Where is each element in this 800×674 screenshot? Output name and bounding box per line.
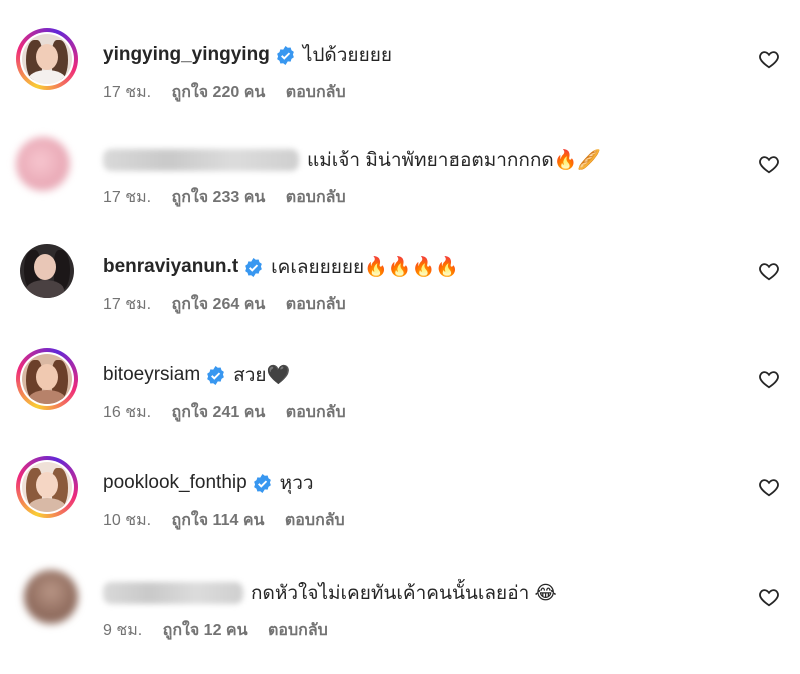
like-heart-icon[interactable] bbox=[758, 476, 780, 498]
comment-time: 17 ชม. bbox=[103, 296, 152, 313]
comment-likes[interactable]: ถูกใจ 114 คน bbox=[172, 512, 265, 529]
reply-button[interactable]: ตอบกลับ bbox=[286, 84, 346, 101]
comment-username[interactable] bbox=[103, 582, 243, 604]
avatar[interactable] bbox=[16, 456, 78, 518]
comment-likes[interactable]: ถูกใจ 241 คน bbox=[172, 404, 266, 421]
reply-button[interactable]: ตอบกลับ bbox=[286, 296, 346, 313]
comment-item: benraviyanun.t เคเลยยยยย🔥🔥🔥🔥 17 ชม. ถูกใ… bbox=[0, 240, 800, 348]
avatar[interactable] bbox=[20, 566, 82, 628]
reply-button[interactable]: ตอบกลับ bbox=[268, 622, 328, 639]
comment-time: 17 ชม. bbox=[103, 189, 152, 206]
reply-button[interactable]: ตอบกลับ bbox=[285, 512, 345, 529]
comment-username[interactable]: benraviyanun.t bbox=[103, 256, 238, 278]
avatar[interactable] bbox=[16, 240, 78, 302]
comment-likes[interactable]: ถูกใจ 233 คน bbox=[172, 189, 266, 206]
comment-time: 16 ชม. bbox=[103, 404, 152, 421]
comment-item: yingying_yingying ไปด้วยยยย 17 ชม. ถูกใจ… bbox=[0, 28, 800, 136]
comment-text: สวย🖤 bbox=[233, 365, 291, 386]
avatar[interactable] bbox=[16, 348, 78, 410]
comment-item: แม่เจ้า มิน่าพัทยาฮอตมากกกด🔥🥖 17 ชม. ถูก… bbox=[0, 133, 800, 241]
comment-item: กดหัวใจไม่เคยทันเค้าคนนั้นเลยอ่า 😂 9 ชม.… bbox=[0, 566, 800, 674]
verified-badge-icon bbox=[244, 257, 263, 277]
avatar[interactable] bbox=[12, 133, 74, 195]
comment-username[interactable]: pooklook_fonthip bbox=[103, 472, 247, 494]
comment-text: เคเลยยยยย🔥🔥🔥🔥 bbox=[271, 257, 459, 278]
comment-time: 9 ชม. bbox=[103, 622, 143, 639]
comment-username[interactable]: yingying_yingying bbox=[103, 44, 270, 66]
comment-likes[interactable]: ถูกใจ 220 คน bbox=[172, 84, 266, 101]
comment-item: pooklook_fonthip หุวว 10 ชม. ถูกใจ 114 ค… bbox=[0, 456, 800, 564]
reply-button[interactable]: ตอบกลับ bbox=[286, 189, 346, 206]
avatar[interactable] bbox=[16, 28, 78, 90]
comment-likes[interactable]: ถูกใจ 264 คน bbox=[172, 296, 266, 313]
comment-likes[interactable]: ถูกใจ 12 คน bbox=[163, 622, 248, 639]
comment-text: กดหัวใจไม่เคยทันเค้าคนนั้นเลยอ่า 😂 bbox=[251, 583, 557, 604]
like-heart-icon[interactable] bbox=[758, 153, 780, 175]
like-heart-icon[interactable] bbox=[758, 260, 780, 282]
comment-text: ไปด้วยยยย bbox=[302, 45, 392, 66]
verified-badge-icon bbox=[253, 473, 272, 493]
comment-text: หุวว bbox=[279, 473, 314, 494]
like-heart-icon[interactable] bbox=[758, 48, 780, 70]
comment-text: แม่เจ้า มิน่าพัทยาฮอตมากกกด🔥🥖 bbox=[307, 150, 602, 171]
comment-time: 10 ชม. bbox=[103, 512, 152, 529]
like-heart-icon[interactable] bbox=[758, 586, 780, 608]
comment-time: 17 ชม. bbox=[103, 84, 152, 101]
reply-button[interactable]: ตอบกลับ bbox=[286, 404, 346, 421]
comment-username[interactable] bbox=[103, 149, 299, 171]
verified-badge-icon bbox=[206, 365, 225, 385]
comment-username[interactable]: bitoeyrsiam bbox=[103, 364, 200, 386]
like-heart-icon[interactable] bbox=[758, 368, 780, 390]
comment-item: bitoeyrsiam สวย🖤 16 ชม. ถูกใจ 241 คน ตอบ… bbox=[0, 348, 800, 456]
verified-badge-icon bbox=[276, 45, 295, 65]
